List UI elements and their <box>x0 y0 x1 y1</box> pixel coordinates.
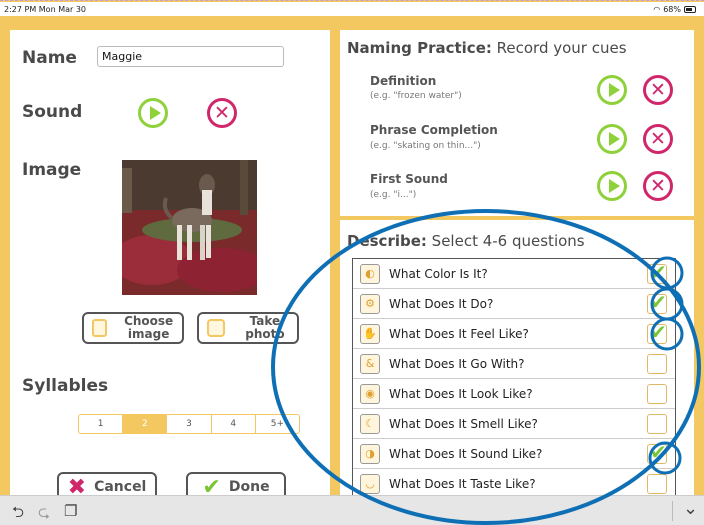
ear-icon: ◑ <box>360 443 380 464</box>
question-row[interactable]: & What Does It Go With? <box>353 349 675 379</box>
naming-practice-panel: Naming Practice: Record your cues Defini… <box>340 30 694 216</box>
question-row[interactable]: ⚙ What Does It Do? ✔ <box>353 289 675 319</box>
camera-icon <box>207 319 225 337</box>
status-time: 2:27 PM Mon Mar 30 <box>4 5 87 14</box>
image-icon <box>92 319 108 337</box>
image-label: Image <box>22 160 82 180</box>
first-sound-play-button[interactable] <box>597 171 627 201</box>
cue-example: (e.g. "frozen water") <box>370 91 462 101</box>
question-list: ◐ What Color Is It? ✔ ⚙ What Does It Do?… <box>352 258 676 500</box>
name-input[interactable] <box>97 46 284 67</box>
question-row[interactable]: ☾ What Does It Smell Like? <box>353 409 675 439</box>
paste-icon[interactable]: ❐ <box>64 502 77 520</box>
hand-icon: ✋ <box>360 323 380 344</box>
phrase-delete-button[interactable]: ✕ <box>643 124 673 154</box>
toolbar-divider <box>672 501 673 521</box>
syllables-label: Syllables <box>22 376 109 396</box>
battery-icon <box>684 6 696 13</box>
check-icon: ✔ <box>650 260 667 284</box>
tongue-icon: ◡ <box>360 474 380 494</box>
syllable-option[interactable]: 4 <box>212 415 256 433</box>
describe-title: Describe: Select 4-6 questions <box>347 232 585 250</box>
choose-image-button[interactable]: Choose image <box>82 312 184 344</box>
eye-icon: ◉ <box>360 383 380 404</box>
status-bar: 2:27 PM Mon Mar 30 ◠ 68% <box>0 2 704 16</box>
dog-photo <box>122 160 257 295</box>
name-label: Name <box>22 48 77 68</box>
question-checkbox[interactable]: ✔ <box>647 290 667 314</box>
gears-icon: ⚙ <box>360 293 380 314</box>
naming-practice-title: Naming Practice: Record your cues <box>347 39 627 57</box>
question-checkbox[interactable] <box>647 414 667 434</box>
definition-play-button[interactable] <box>597 75 627 105</box>
sound-play-button[interactable] <box>138 98 168 128</box>
check-icon: ✔ <box>650 290 667 314</box>
take-photo-button[interactable]: Take photo <box>197 312 299 344</box>
question-checkbox[interactable]: ✔ <box>647 260 667 284</box>
question-checkbox[interactable] <box>647 384 667 404</box>
collapse-keyboard-icon[interactable]: ⌄ <box>683 498 698 519</box>
keyboard-toolbar: ⮌ ⮎ ❐ ⌄ <box>0 495 704 525</box>
undo-icon[interactable]: ⮌ <box>12 502 24 525</box>
cue-title: Phrase Completion <box>370 123 498 137</box>
status-right: ◠ 68% <box>653 5 696 14</box>
check-icon: ✔ <box>650 320 667 344</box>
phrase-play-button[interactable] <box>597 124 627 154</box>
cue-title: First Sound <box>370 172 448 186</box>
question-row[interactable]: ◉ What Does It Look Like? <box>353 379 675 409</box>
sound-delete-button[interactable]: ✕ <box>207 98 237 128</box>
question-row[interactable]: ◐ What Color Is It? ✔ <box>353 259 675 289</box>
item-editor-panel: Name Sound ✕ Image Cho <box>10 30 330 502</box>
syllable-option[interactable]: 3 <box>167 415 212 433</box>
syllable-option[interactable]: 1 <box>79 415 124 433</box>
ampersand-icon: & <box>360 353 380 374</box>
wifi-icon: ◠ <box>653 5 661 14</box>
sound-label: Sound <box>22 102 83 122</box>
describe-panel: Describe: Select 4-6 questions ◐ What Co… <box>340 220 694 500</box>
battery-percent: 68% <box>663 5 681 14</box>
nose-icon: ☾ <box>360 413 380 434</box>
syllable-option-selected[interactable]: 2 <box>123 415 168 433</box>
syllable-option[interactable]: 5+ <box>256 415 299 433</box>
cue-title: Definition <box>370 74 437 88</box>
question-row[interactable]: ✋ What Does It Feel Like? ✔ <box>353 319 675 349</box>
definition-delete-button[interactable]: ✕ <box>643 75 673 105</box>
check-icon: ✔ <box>650 440 667 464</box>
question-checkbox[interactable] <box>647 474 667 494</box>
syllables-selector: 1 2 3 4 5+ <box>78 414 300 434</box>
cue-example: (e.g. "skating on thin...") <box>370 141 481 151</box>
question-checkbox[interactable] <box>647 354 667 374</box>
cue-example: (e.g. "i...") <box>370 190 417 200</box>
question-row[interactable]: ◑ What Does It Sound Like? ✔ <box>353 439 675 469</box>
color-palette-icon: ◐ <box>360 263 380 284</box>
question-checkbox[interactable]: ✔ <box>647 440 667 464</box>
first-sound-delete-button[interactable]: ✕ <box>643 171 673 201</box>
question-checkbox[interactable]: ✔ <box>647 320 667 344</box>
redo-icon[interactable]: ⮎ <box>38 502 50 525</box>
